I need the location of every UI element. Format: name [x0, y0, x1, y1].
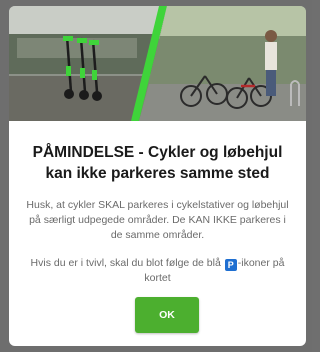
dialog-title: PÅMINDELSE - Cykler og løbehjul kan ikke…: [32, 144, 283, 182]
hero-image: [9, 6, 306, 121]
dialog-message: Husk, at cykler SKAL parkeres i cykelsta…: [26, 199, 289, 241]
ok-button[interactable]: OK: [135, 297, 199, 333]
hint-text-before: Hvis du er i tvivl, skal du blot følge d…: [30, 257, 221, 269]
reminder-dialog: PÅMINDELSE - Cykler og løbehjul kan ikke…: [9, 6, 306, 346]
dialog-hint: Hvis du er i tvivl, skal du blot følge d…: [25, 256, 290, 286]
parking-icon: P: [224, 259, 237, 271]
